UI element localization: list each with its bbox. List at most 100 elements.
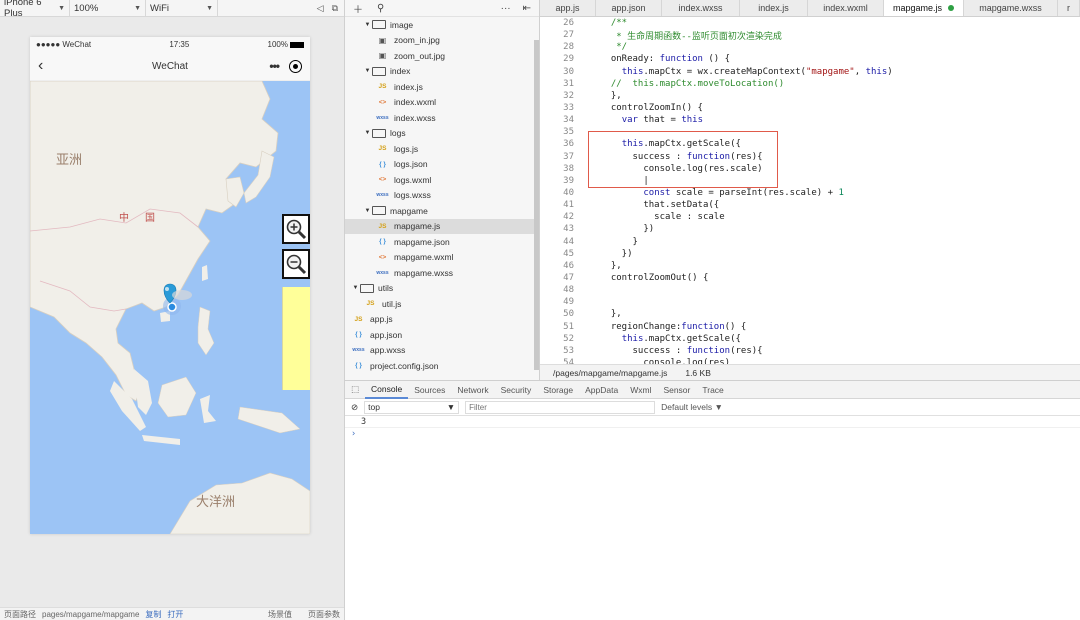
tree-file-mapgame-json[interactable]: { } mapgame.json	[345, 234, 539, 250]
tree-file-mapgame-wxml[interactable]: <> mapgame.wxml	[345, 250, 539, 266]
chevron-down-icon: ▼	[134, 4, 141, 12]
tree-folder-utils[interactable]: ▼ utils	[345, 281, 539, 297]
tree-folder-image[interactable]: ▼ image	[345, 17, 539, 33]
devtools-tab-wxml[interactable]: Wxml	[624, 381, 657, 399]
zoom-in-button[interactable]	[282, 214, 310, 244]
code-line: 53 success : function(res){	[540, 345, 1080, 357]
log-levels-select[interactable]: Default levels ▼	[661, 402, 723, 412]
devtools-tab-sources[interactable]: Sources	[408, 381, 451, 399]
editor-tab[interactable]: index.wxss	[662, 0, 740, 16]
tree-file-mapgame-js[interactable]: JS mapgame.js	[345, 218, 539, 234]
devtools-tab-network[interactable]: Network	[451, 381, 494, 399]
editor-tab[interactable]: mapgame.js	[884, 0, 964, 16]
devtools-tab-security[interactable]: Security	[495, 381, 538, 399]
context-select[interactable]: top ▼	[364, 400, 460, 414]
scene-value-button[interactable]: 场景值	[268, 609, 292, 620]
tree-item-label: index.wxss	[394, 112, 436, 123]
tree-file-project-config-json[interactable]: { } project.config.json	[345, 358, 539, 374]
line-number: 42	[563, 212, 574, 223]
clear-console-icon[interactable]: ⊘	[351, 402, 358, 413]
tree-item-label: index.wxml	[394, 97, 437, 108]
tree-item-label: logs.js	[394, 143, 419, 154]
code-area[interactable]: 26 /** 27 * 生命周期函数--监听页面初次渲染完成 28 */29 onR…	[540, 17, 1080, 364]
tree-file-util-js[interactable]: JS util.js	[345, 296, 539, 312]
tree-file-index-wxml[interactable]: <> index.wxml	[345, 95, 539, 111]
page-params-button[interactable]: 页面参数	[308, 609, 340, 620]
code-line: 29 onReady: function () {	[540, 53, 1080, 65]
file-tree-scrollbar[interactable]	[534, 40, 539, 370]
console-prompt[interactable]: ›	[345, 428, 1080, 440]
tree-file-index-wxss[interactable]: wxss index.wxss	[345, 110, 539, 126]
devtools-tab-sensor[interactable]: Sensor	[657, 381, 696, 399]
tree-folder-logs[interactable]: ▼ logs	[345, 126, 539, 142]
devtools-tab-trace[interactable]: Trace	[696, 381, 729, 399]
tree-folder-mapgame[interactable]: ▼ mapgame	[345, 203, 539, 219]
devtools-tab-appdata[interactable]: AppData	[579, 381, 624, 399]
collapse-icon[interactable]: ⇤	[523, 3, 531, 14]
caret-down-icon[interactable]: ▼	[363, 22, 372, 28]
code-line: 28 */	[540, 41, 1080, 53]
caret-down-icon[interactable]: ▼	[363, 130, 372, 136]
map-view[interactable]: 亚洲 中 国 大洋洲	[30, 81, 310, 534]
devtools-panel: ⬚ Console Sources Network Security Storage Ap…	[344, 380, 1080, 620]
modified-dot-icon	[948, 5, 955, 11]
caret-down-icon[interactable]: ▼	[351, 285, 360, 291]
editor-status-bar: /pages/mapgame/mapgame.js 1.6 KB	[540, 364, 1080, 380]
caret-down-icon[interactable]: ▼	[363, 68, 372, 74]
tree-file-index-js[interactable]: JS index.js	[345, 79, 539, 95]
more-options-icon[interactable]: ···	[501, 3, 511, 14]
close-capsule-icon[interactable]	[289, 59, 302, 73]
editor-tab[interactable]: mapgame.wxss	[964, 0, 1058, 16]
copy-path-link[interactable]: 复制	[145, 609, 161, 620]
search-icon[interactable]: ⚲	[377, 3, 384, 14]
code-line: 32 },	[540, 90, 1080, 102]
tree-item-label: logs.wxml	[394, 174, 432, 185]
open-path-link[interactable]: 打开	[167, 609, 183, 620]
tree-file-logs-wxml[interactable]: <> logs.wxml	[345, 172, 539, 188]
tree-file-app-wxss[interactable]: wxss app.wxss	[345, 343, 539, 359]
zoom-panel	[282, 287, 310, 390]
editor-tab[interactable]: index.js	[740, 0, 808, 16]
code-line: 44 }	[540, 236, 1080, 248]
wxss-file-icon: wxss	[376, 269, 389, 276]
caret-down-icon[interactable]: ▼	[363, 208, 372, 214]
code-line: 31 // this.mapCtx.moveToLocation()	[540, 78, 1080, 90]
line-number: 29	[563, 54, 574, 65]
devtools-tab-console[interactable]: Console	[365, 381, 409, 399]
folder-icon	[372, 20, 386, 30]
detach-window-icon[interactable]: ⧉	[332, 3, 338, 14]
network-select[interactable]: WiFi ▼	[146, 0, 218, 17]
editor-tab[interactable]: r	[1058, 0, 1080, 16]
phone-status-bar: ●●●●● WeChat 17:35 100%	[30, 37, 310, 52]
page-path-label: 页面路径	[4, 609, 36, 619]
tree-file-app-json[interactable]: { } app.json	[345, 327, 539, 343]
device-select[interactable]: iPhone 6 Plus ▼	[0, 0, 70, 19]
code-text: onReady: function () {	[600, 54, 731, 65]
console-filter-input[interactable]	[465, 400, 656, 414]
zoom-out-button[interactable]	[282, 249, 310, 279]
inspect-element-icon[interactable]: ⬚	[345, 381, 365, 399]
more-menu-icon[interactable]: •••	[269, 59, 280, 73]
add-file-icon[interactable]: ＋	[353, 1, 363, 16]
editor-tab-label: index.wxml	[823, 3, 868, 13]
tree-file-logs-js[interactable]: JS logs.js	[345, 141, 539, 157]
tree-file-logs-wxss[interactable]: wxss logs.wxss	[345, 188, 539, 204]
editor-tab[interactable]: app.js	[540, 0, 596, 16]
editor-tab[interactable]: index.wxml	[808, 0, 884, 16]
tree-folder-index[interactable]: ▼ index	[345, 64, 539, 80]
volume-icon[interactable]: ◁	[317, 3, 324, 14]
tree-file-mapgame-wxss[interactable]: wxss mapgame.wxss	[345, 265, 539, 281]
zoom-select[interactable]: 100% ▼	[70, 0, 146, 17]
map-label-asia: 亚洲	[56, 152, 83, 167]
editor-tab[interactable]: app.json	[596, 0, 662, 16]
tree-file-app-js[interactable]: JS app.js	[345, 312, 539, 328]
carrier-label: ●●●●● WeChat	[36, 40, 92, 49]
line-number: 43	[563, 224, 574, 235]
code-highlight-box	[588, 131, 778, 188]
tree-file-zoom_out-jpg[interactable]: ▣ zoom_out.jpg	[345, 48, 539, 64]
tree-item-label: mapgame.wxml	[394, 252, 454, 263]
tree-file-logs-json[interactable]: { } logs.json	[345, 157, 539, 173]
back-arrow-icon[interactable]: ‹	[38, 57, 43, 75]
tree-file-zoom_in-jpg[interactable]: ▣ zoom_in.jpg	[345, 33, 539, 49]
devtools-tab-storage[interactable]: Storage	[537, 381, 579, 399]
